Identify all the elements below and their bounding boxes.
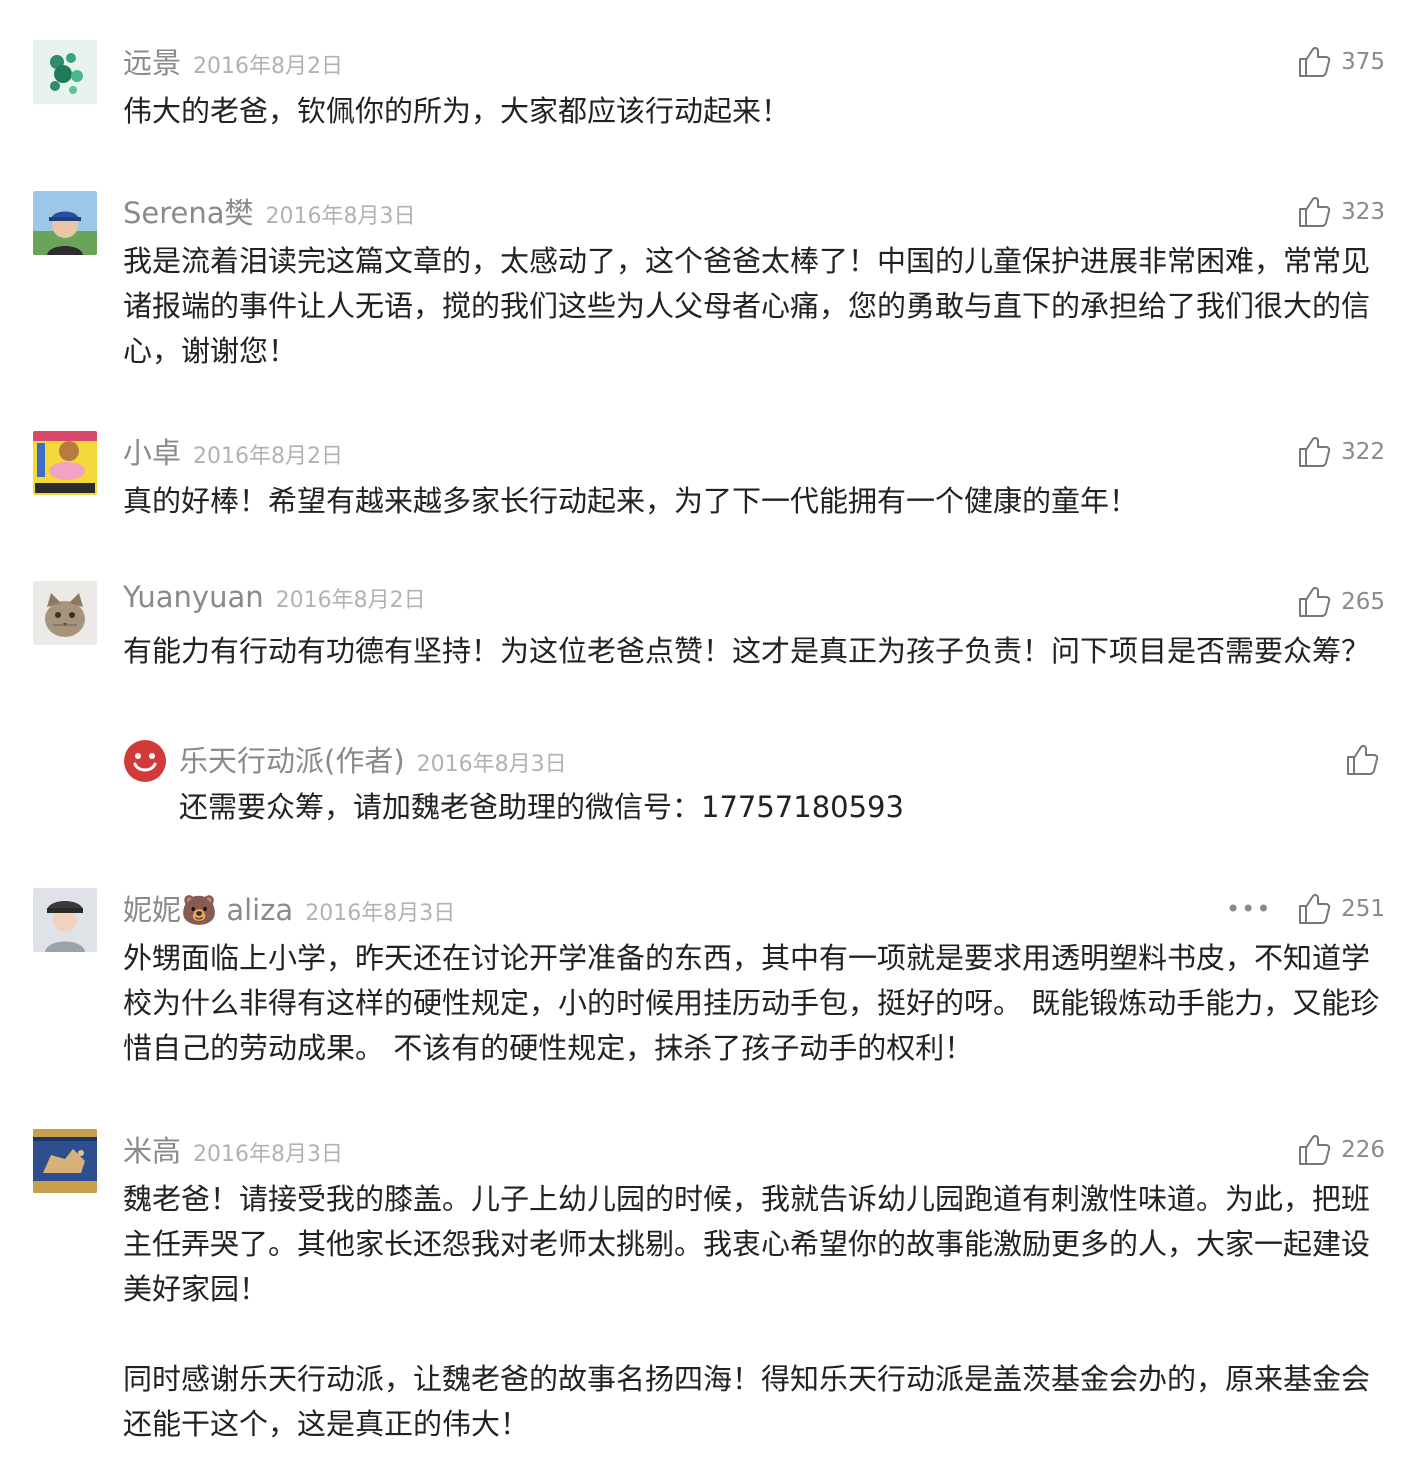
commenter-name[interactable]: 小卓 bbox=[123, 430, 181, 472]
reply-meta: 乐天行动派(作者) 2016年8月3日 bbox=[179, 738, 567, 782]
comment-meta: Serena樊 2016年8月3日 bbox=[123, 190, 416, 234]
reply-date: 2016年8月3日 bbox=[416, 752, 567, 777]
comment-meta: Yuanyuan 2016年8月2日 bbox=[123, 580, 426, 624]
commenter-name[interactable]: 妮妮🐻 aliza bbox=[123, 887, 293, 929]
comment-meta: 小卓 2016年8月2日 bbox=[123, 430, 343, 474]
comment-meta: 米高 2016年8月3日 bbox=[123, 1128, 343, 1172]
commenter-name[interactable]: Serena樊 bbox=[123, 190, 254, 232]
like-button[interactable]: 226 bbox=[1297, 1128, 1385, 1172]
comment-meta: 远景 2016年8月2日 bbox=[123, 40, 343, 84]
like-button[interactable]: 265 bbox=[1297, 580, 1385, 624]
commenter-name[interactable]: Yuanyuan bbox=[123, 580, 264, 614]
commenter-name[interactable]: 远景 bbox=[123, 40, 181, 82]
comment-date: 2016年8月3日 bbox=[193, 1142, 343, 1167]
thumbs-up-icon bbox=[1345, 743, 1379, 777]
thumbs-up-icon bbox=[1297, 585, 1331, 619]
comment-date: 2016年8月3日 bbox=[265, 204, 416, 229]
comment-date: 2016年8月3日 bbox=[305, 901, 456, 926]
comment-text: 有能力有行动有功德有坚持！为这位老爸点赞！这才是真正为孩子负责！问下项目是否需要… bbox=[123, 634, 1371, 668]
comment-date: 2016年8月2日 bbox=[193, 54, 343, 79]
like-count: 322 bbox=[1341, 439, 1385, 465]
comment-date: 2016年8月2日 bbox=[275, 588, 426, 613]
avatar[interactable] bbox=[33, 1129, 97, 1193]
like-button[interactable]: 375 bbox=[1297, 40, 1385, 84]
comment-text: 伟大的老爸，钦佩你的所为，大家都应该行动起来！ bbox=[123, 94, 791, 128]
comment-text: 魏老爸！请接受我的膝盖。儿子上幼儿园的时候，我就告诉幼儿园跑道有刺激性味道。为此… bbox=[123, 1182, 1371, 1441]
comment-text: 我是流着泪读完这篇文章的，太感动了，这个爸爸太棒了！中国的儿童保护进展非常困难，… bbox=[123, 244, 1371, 368]
comment-meta: 妮妮🐻 aliza 2016年8月3日 bbox=[123, 887, 455, 931]
thumbs-up-icon bbox=[1297, 1133, 1331, 1167]
like-count: 226 bbox=[1341, 1137, 1385, 1163]
avatar[interactable] bbox=[33, 888, 97, 952]
like-button[interactable]: 322 bbox=[1297, 430, 1385, 474]
avatar[interactable] bbox=[33, 191, 97, 255]
author-avatar[interactable] bbox=[123, 739, 167, 783]
author-name[interactable]: 乐天行动派(作者) bbox=[179, 738, 405, 780]
thumbs-up-icon bbox=[1297, 45, 1331, 79]
thumbs-up-icon bbox=[1297, 195, 1331, 229]
comment-text: 外甥面临上小学，昨天还在讨论开学准备的东西，其中有一项就是要求用透明塑料书皮，不… bbox=[123, 941, 1380, 1065]
avatar[interactable] bbox=[33, 431, 97, 495]
like-count: 251 bbox=[1341, 896, 1385, 922]
thumbs-up-icon bbox=[1297, 892, 1331, 926]
like-count: 375 bbox=[1341, 49, 1385, 75]
avatar[interactable] bbox=[33, 40, 97, 104]
commenter-name[interactable]: 米高 bbox=[123, 1128, 181, 1170]
more-options-button[interactable]: ••• bbox=[1226, 887, 1271, 931]
thumbs-up-icon bbox=[1297, 435, 1331, 469]
avatar[interactable] bbox=[33, 581, 97, 645]
reply-text: 还需要众筹，请加魏老爸助理的微信号：17757180593 bbox=[179, 790, 904, 824]
like-button[interactable] bbox=[1345, 738, 1379, 782]
comment-date: 2016年8月2日 bbox=[193, 444, 343, 469]
like-button[interactable]: 251 bbox=[1297, 887, 1385, 931]
like-button[interactable]: 323 bbox=[1297, 190, 1385, 234]
like-count: 265 bbox=[1341, 589, 1385, 615]
comment-text: 真的好棒！希望有越来越多家长行动起来，为了下一代能拥有一个健康的童年！ bbox=[123, 484, 1139, 518]
like-count: 323 bbox=[1341, 199, 1385, 225]
